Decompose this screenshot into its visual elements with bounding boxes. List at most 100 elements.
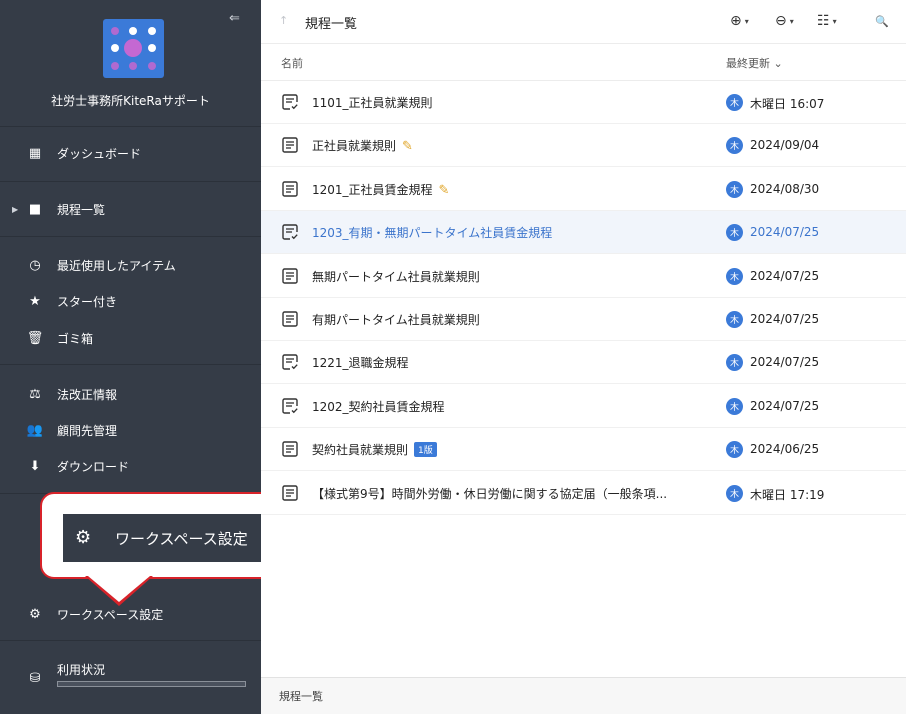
file-row[interactable]: 【様式第9号】時間外労働・休日労働に関する協定届（一般条項... 木木曜日 17:…: [261, 472, 906, 515]
file-name[interactable]: 1201_正社員賃金規程 ✎: [312, 181, 449, 198]
file-name[interactable]: 1221_退職金規程: [312, 354, 409, 371]
more-menu-button[interactable]: ⊖ ▾: [775, 11, 794, 31]
dashboard-icon: ▦: [28, 145, 42, 161]
sidebar-item-law-updates[interactable]: ⚖ 法改正情報: [0, 379, 261, 409]
avatar: 木: [726, 180, 743, 198]
scale-icon: ⚖: [29, 386, 41, 402]
file-name-text: 1202_契約社員賃金規程: [312, 399, 445, 414]
file-name-text: 無期パートタイム社員就業規則: [312, 269, 480, 284]
file-row[interactable]: 1221_退職金規程 木 2024/07/25: [261, 341, 906, 385]
sidebar-item-label: 法改正情報: [57, 387, 118, 402]
doc-check-icon: [281, 93, 299, 111]
filter-settings-button[interactable]: ☷ ▾: [817, 11, 837, 31]
column-updated[interactable]: 最終更新 ⌄: [726, 55, 783, 71]
page-title: 規程一覧: [305, 17, 358, 32]
sidebar-item-label: スター付き: [57, 294, 118, 309]
sidebar-item-dashboard[interactable]: ▦ ダッシュボード: [0, 138, 261, 168]
file-row[interactable]: 正社員就業規則 ✎ 木 2024/09/04: [261, 124, 906, 168]
file-row[interactable]: 契約社員就業規則 1版 木 2024/06/25: [261, 428, 906, 472]
file-row[interactable]: 1201_正社員賃金規程 ✎ 木 2024/08/30: [261, 168, 906, 211]
file-name[interactable]: 有期パートタイム社員就業規則: [312, 311, 480, 328]
doc-icon: [281, 484, 299, 502]
file-updated-date: 木曜日 16:07: [750, 97, 825, 111]
column-updated-label: 最終更新: [726, 57, 770, 70]
file-updated-date: 2024/07/25: [750, 312, 820, 326]
star-icon: ★: [29, 293, 41, 309]
avatar: 木: [726, 94, 743, 111]
file-name[interactable]: 無期パートタイム社員就業規則: [312, 268, 480, 285]
file-updated-date: 2024/07/25: [750, 355, 820, 370]
column-name[interactable]: 名前: [281, 55, 303, 71]
sidebar-item-label: 規程一覧: [57, 202, 106, 217]
file-row[interactable]: 有期パートタイム社員就業規則 木 2024/07/25: [261, 298, 906, 341]
sidebar-item-usage[interactable]: ⛁ 利用状況: [0, 662, 261, 692]
usage-progress-bar: [57, 681, 246, 687]
sidebar-item-download[interactable]: ⬇ ダウンロード: [0, 451, 261, 481]
workspace-logo[interactable]: [103, 19, 164, 78]
sidebar-divider: [0, 126, 261, 127]
doc-check-icon: [281, 353, 299, 371]
file-row[interactable]: 1101_正社員就業規則 木木曜日 16:07: [261, 81, 906, 124]
file-row[interactable]: 1203_有期・無期パートタイム社員賃金規程 木 2024/07/25: [261, 211, 906, 255]
callout-label: ワークスペース設定: [115, 529, 248, 548]
file-updated-date: 2024/09/04: [750, 138, 820, 153]
sidebar-item-label: 利用状況: [57, 663, 106, 677]
up-arrow-icon[interactable]: ↑: [279, 14, 288, 27]
chevron-down-icon: ▾: [789, 16, 794, 26]
file-updated-date: 2024/08/30: [750, 181, 820, 196]
doc-check-icon: [281, 223, 299, 241]
database-icon: ⛁: [29, 670, 41, 686]
sidebar-item-recent[interactable]: ◷ 最近使用したアイテム: [0, 250, 261, 280]
file-name[interactable]: 契約社員就業規則 1版: [312, 441, 437, 458]
doc-icon: [281, 180, 299, 198]
footer-bar: 規程一覧: [261, 677, 906, 714]
file-name-text: 1221_退職金規程: [312, 356, 409, 371]
sidebar-item-clients[interactable]: 👥 顧問先管理: [0, 415, 261, 445]
doc-icon: [281, 136, 299, 154]
avatar: 木: [726, 441, 743, 459]
doc-check-icon: [281, 397, 299, 415]
callout-tail-inner: [88, 576, 150, 602]
sidebar-item-label: 最近使用したアイテム: [57, 258, 176, 273]
sidebar-item-trash[interactable]: 🗑 ゴミ箱: [0, 323, 261, 353]
collapse-sidebar-icon[interactable]: ⇐: [229, 12, 245, 26]
file-row[interactable]: 無期パートタイム社員就業規則 木 2024/07/25: [261, 255, 906, 298]
expand-caret-icon[interactable]: ▶: [12, 205, 18, 214]
gear-icon: ⚙: [75, 527, 92, 548]
doc-icon: [281, 310, 299, 328]
footer-breadcrumb[interactable]: 規程一覧: [279, 688, 323, 704]
sidebar-item-regulations[interactable]: ▶ ■ 規程一覧: [0, 194, 261, 224]
folder-icon: ■: [28, 201, 42, 217]
add-circle-icon: ⊕: [730, 13, 742, 29]
sidebar-item-label: ワークスペース設定: [57, 607, 164, 622]
avatar: 木: [726, 137, 743, 155]
file-name-text: 正社員就業規則: [312, 139, 397, 154]
file-name[interactable]: 【様式第9号】時間外労働・休日労働に関する協定届（一般条項...: [312, 485, 667, 502]
column-header: 名前 最終更新 ⌄: [261, 44, 906, 81]
sidebar-item-label: ダッシュボード: [57, 146, 142, 161]
sidebar-divider: [0, 364, 261, 365]
file-name-text: 1203_有期・無期パートタイム社員賃金規程: [312, 226, 553, 241]
search-button[interactable]: 🔍: [875, 11, 889, 31]
chevron-down-icon: ▾: [832, 16, 837, 26]
file-row[interactable]: 1202_契約社員賃金規程 木 2024/07/25: [261, 385, 906, 428]
file-updated-date: 2024/06/25: [750, 442, 820, 457]
avatar: 木: [726, 224, 743, 242]
org-name: 社労士事務所KiteRaサポート: [51, 94, 210, 108]
file-name[interactable]: 正社員就業規則 ✎: [312, 137, 413, 154]
people-icon: 👥: [26, 422, 44, 438]
file-name[interactable]: 1203_有期・無期パートタイム社員賃金規程: [312, 224, 552, 241]
file-name-text: 【様式第9号】時間外労働・休日労働に関する協定届（一般条項...: [312, 486, 668, 501]
sidebar-divider: [0, 236, 261, 237]
sidebar-item-starred[interactable]: ★ スター付き: [0, 286, 261, 316]
file-name[interactable]: 1101_正社員就業規則: [312, 94, 433, 111]
download-icon: ⬇: [29, 458, 41, 474]
trash-icon: 🗑: [26, 330, 44, 346]
file-name-text: 有期パートタイム社員就業規則: [312, 313, 480, 327]
file-updated-date: 2024/07/25: [750, 398, 820, 413]
avatar: 木: [726, 311, 743, 328]
doc-icon: [281, 267, 299, 285]
file-name[interactable]: 1202_契約社員賃金規程: [312, 398, 445, 415]
add-menu-button[interactable]: ⊕ ▾: [730, 11, 749, 31]
file-name-text: 1201_正社員賃金規程: [312, 182, 433, 197]
